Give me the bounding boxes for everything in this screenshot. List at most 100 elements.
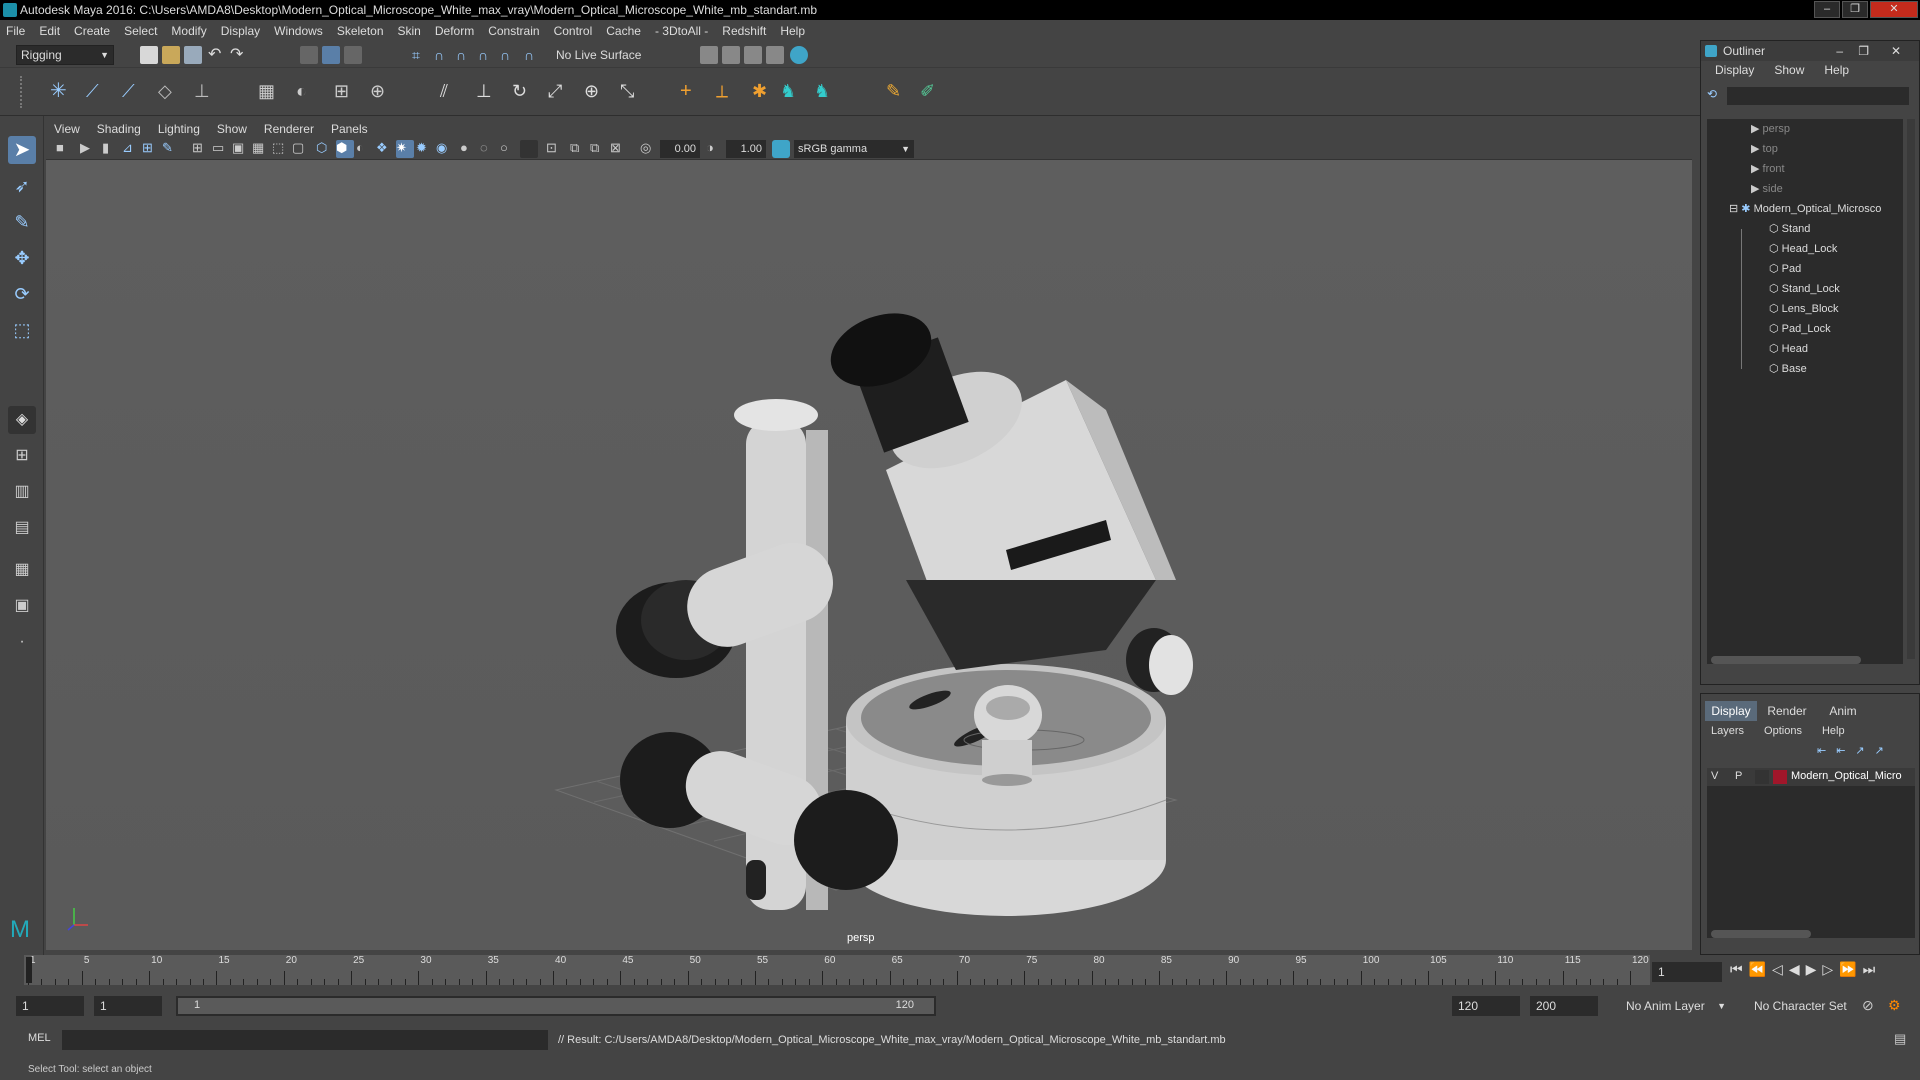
menu-3dtoall[interactable]: - 3DtoAll -: [655, 24, 708, 38]
graph-persp-layout-icon[interactable]: ▦: [8, 556, 36, 584]
render-settings-icon[interactable]: [744, 46, 762, 64]
redo-icon[interactable]: ↷: [230, 46, 248, 64]
menu-skin[interactable]: Skin: [398, 24, 421, 38]
exposure-field[interactable]: 0.00: [660, 140, 700, 158]
textured-icon[interactable]: ❖: [376, 140, 394, 158]
menu-control[interactable]: Control: [554, 24, 593, 38]
safe-title-icon[interactable]: ▢: [292, 140, 310, 158]
constraint-orient-icon[interactable]: ↻: [512, 82, 530, 100]
exposure-icon[interactable]: ◎: [640, 140, 658, 158]
snap-grid-icon[interactable]: ⌗: [412, 46, 430, 64]
use-all-lights-icon[interactable]: ✷: [396, 140, 414, 158]
tree-item-mesh[interactable]: ⬡ Lens_Block: [1769, 299, 1839, 319]
bind-skin-icon[interactable]: ▦: [258, 82, 276, 100]
side-by-side-layout-icon[interactable]: ▥: [8, 478, 36, 506]
film-gate-icon[interactable]: ✎: [162, 140, 180, 158]
paint-weights-icon[interactable]: ✎: [886, 82, 904, 100]
xray-joints-icon[interactable]: ⧉: [570, 140, 588, 158]
refresh-icon[interactable]: ⟲: [1707, 87, 1723, 103]
maximize-button[interactable]: ❐: [1842, 1, 1868, 18]
gamma-icon[interactable]: ◑: [706, 140, 724, 158]
step-back-frame-icon[interactable]: ◁: [1772, 961, 1789, 977]
hypershade-icon[interactable]: [766, 46, 784, 64]
resolution-gate-icon[interactable]: ▭: [212, 140, 230, 158]
backface-culling-icon[interactable]: ⊠: [610, 140, 628, 158]
wireframe-mode-icon[interactable]: ⬡: [316, 140, 334, 158]
outliner-persp-layout-icon[interactable]: ▤: [8, 514, 36, 542]
insert-joint-icon[interactable]: ◇: [158, 82, 176, 100]
select-component-icon[interactable]: [344, 46, 362, 64]
layer-color-swatch[interactable]: [1773, 770, 1787, 784]
move-tool-icon[interactable]: ✥: [8, 244, 36, 272]
range-track[interactable]: 1 120: [176, 996, 936, 1016]
current-frame-field[interactable]: 1: [1652, 962, 1722, 982]
cluster-icon[interactable]: ⊕: [370, 82, 388, 100]
current-time-marker[interactable]: [26, 957, 32, 983]
play-backward-icon[interactable]: ◀: [1789, 961, 1806, 977]
wireframe-on-shaded-icon[interactable]: ◐: [356, 140, 374, 158]
tree-item-camera[interactable]: ▶ top: [1751, 139, 1778, 159]
humanik-definition-icon[interactable]: ♞: [814, 82, 832, 100]
tree-item-camera[interactable]: ▶ side: [1751, 179, 1783, 199]
grid-toggle-icon[interactable]: ⊞: [142, 140, 160, 158]
playback-start-field[interactable]: 1: [94, 996, 162, 1016]
camera-attributes-icon[interactable]: ▶: [80, 140, 98, 158]
minimize-icon[interactable]: –: [1836, 41, 1843, 61]
outliner-search-input[interactable]: [1727, 87, 1909, 105]
panel-menu-panels[interactable]: Panels: [331, 122, 368, 136]
live-surface-label[interactable]: No Live Surface: [556, 48, 641, 62]
four-view-layout-icon[interactable]: ⊞: [8, 442, 36, 470]
constraint-scale-icon[interactable]: ⤢: [548, 82, 566, 100]
humanik-icon[interactable]: ♞: [780, 82, 798, 100]
constraint-aim-icon[interactable]: ⊥: [476, 82, 494, 100]
outliner-menu-show[interactable]: Show: [1774, 63, 1804, 77]
constraint-point-icon[interactable]: ⫽: [440, 82, 458, 100]
single-view-layout-icon[interactable]: ◈: [8, 406, 36, 434]
locator-icon[interactable]: +: [680, 81, 698, 101]
layer-action-icons[interactable]: ⇤⇤↗↗: [1817, 744, 1894, 757]
menu-file[interactable]: File: [6, 24, 25, 38]
tree-item-mesh[interactable]: ⬡ Pad_Lock: [1769, 319, 1831, 339]
menu-select[interactable]: Select: [124, 24, 157, 38]
tree-item-group[interactable]: ⊟ ✱ Modern_Optical_Microsco: [1729, 199, 1881, 219]
script-editor-icon[interactable]: ▤: [1894, 1031, 1912, 1049]
panel-menu-view[interactable]: View: [54, 122, 80, 136]
ik-handle-icon[interactable]: ⟋: [86, 82, 104, 100]
tree-item-mesh[interactable]: ⬡ Head_Lock: [1769, 239, 1837, 259]
wireframe-grid-icon[interactable]: ⊞: [192, 140, 210, 158]
smooth-shade-icon[interactable]: ⬢: [336, 140, 354, 158]
mirror-joint-icon[interactable]: ⊥: [194, 82, 212, 100]
snap-point-icon[interactable]: ∩: [456, 46, 474, 64]
close-icon[interactable]: ✕: [1891, 41, 1901, 61]
shelf-tabs-handle-icon[interactable]: [20, 76, 32, 108]
playback-end-field[interactable]: 120: [1452, 996, 1520, 1016]
tab-render[interactable]: Render: [1761, 701, 1813, 721]
tree-item-mesh[interactable]: ⬡ Base: [1769, 359, 1807, 379]
tab-anim[interactable]: Anim: [1817, 701, 1869, 721]
open-scene-icon[interactable]: [162, 46, 180, 64]
collapse-icon[interactable]: ⊟: [1729, 203, 1741, 215]
ipr-render-icon[interactable]: [722, 46, 740, 64]
menu-edit[interactable]: Edit: [39, 24, 60, 38]
step-forward-frame-icon[interactable]: ▷: [1822, 961, 1839, 977]
layer-visibility-toggle[interactable]: V: [1711, 770, 1718, 782]
lasso-tool-icon[interactable]: ➶: [8, 172, 36, 200]
xray-components-icon[interactable]: ⧉: [590, 140, 608, 158]
panel-menu-lighting[interactable]: Lighting: [158, 122, 200, 136]
command-input[interactable]: [62, 1030, 548, 1050]
rotate-tool-icon[interactable]: ⟳: [8, 280, 36, 308]
shadows-icon[interactable]: ✹: [416, 140, 434, 158]
panel-menu-show[interactable]: Show: [217, 122, 247, 136]
snap-view-icon[interactable]: ∩: [478, 46, 496, 64]
hik-icon[interactable]: ⟂: [716, 82, 734, 100]
menu-modify[interactable]: Modify: [171, 24, 206, 38]
layer-menu-options[interactable]: Options: [1764, 725, 1802, 737]
menu-create[interactable]: Create: [74, 24, 110, 38]
snap-surface-icon[interactable]: ∩: [500, 46, 518, 64]
image-plane-icon[interactable]: ⊿: [122, 140, 140, 158]
layer-menu-layers[interactable]: Layers: [1711, 725, 1744, 737]
menu-redshift[interactable]: Redshift: [722, 24, 766, 38]
close-button[interactable]: ✕: [1870, 1, 1918, 18]
menu-deform[interactable]: Deform: [435, 24, 474, 38]
field-chart-icon[interactable]: ▦: [252, 140, 270, 158]
